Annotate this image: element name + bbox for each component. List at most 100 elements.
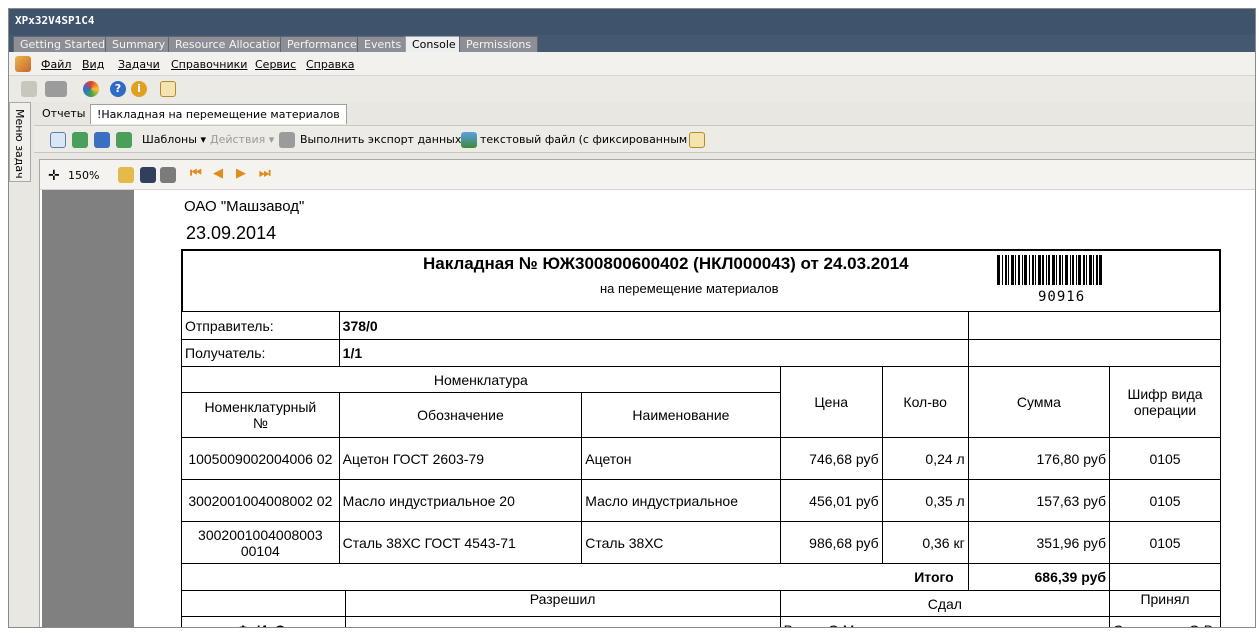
tab-performance[interactable]: Performance [280, 36, 364, 52]
main-tabstrip: Getting Started Summary Resource Allocat… [9, 35, 1255, 52]
zoom-icon[interactable]: ✛ [48, 168, 60, 184]
save-icon[interactable] [140, 167, 156, 183]
zoom-level[interactable]: 150% [68, 169, 99, 182]
prev-page-icon[interactable]: ◀ [213, 166, 223, 181]
signature-names-row: Ф. И. О. Ворон О.М. Свиридова О.В. [181, 616, 1221, 627]
forms-dropdown-icon[interactable] [45, 81, 67, 97]
table-row: 1005009002004006 02 Ацетон ГОСТ 2603-79 … [181, 437, 1221, 480]
last-page-icon[interactable]: ⏭ [259, 166, 271, 181]
tab-console[interactable]: Console [405, 36, 463, 52]
export-format-select[interactable]: текстовый файл (с фиксированным ▾ [480, 133, 696, 146]
main-toolbar: ? i [9, 76, 1255, 102]
row-nom-number: 3002001004008003 00104 [181, 521, 340, 564]
row-price: 986,68 руб [779, 521, 883, 564]
row-qty: 0,35 л [881, 479, 969, 522]
row-name: Масло индустриальное [581, 479, 781, 522]
header-nom-number: Номенклатурный № [181, 392, 340, 438]
export-label: Выполнить экспорт данных в: [300, 133, 476, 146]
report-viewer: ✛ 150% ⏮ ◀ ▶ ⏭ ОАО "Машзавод" 23.09.2014… [39, 159, 1255, 627]
document-icon [279, 132, 295, 148]
app-menu-icon[interactable] [15, 56, 31, 72]
page-margin [42, 190, 134, 627]
row-designation: Сталь 38ХС ГОСТ 4543-71 [338, 521, 583, 564]
tab-reports[interactable]: Отчеты [36, 104, 91, 124]
app-window: XPx32V4SP1C4 Getting Started Summary Res… [8, 8, 1256, 628]
table-row: 3002001004008003 00104 Сталь 38ХС ГОСТ 4… [181, 521, 1221, 564]
exit-icon[interactable] [160, 81, 176, 97]
receiver-value: 1/1 [338, 339, 969, 367]
invoice-header: Накладная № ЮЖ300800600402 (НКЛ000043) о… [181, 249, 1221, 311]
templates-menu[interactable]: Шаблоны ▾ [142, 133, 206, 146]
row-designation: Ацетон ГОСТ 2603-79 [338, 437, 583, 480]
menu-tasks[interactable]: Задачи [118, 58, 160, 71]
org-name: ОАО "Машзавод" [184, 198, 305, 215]
actions-menu[interactable]: Действия ▾ [210, 133, 274, 146]
tab-resource-allocation[interactable]: Resource Allocation [168, 36, 291, 52]
tab-getting-started[interactable]: Getting Started [13, 36, 113, 52]
row-qty: 0,36 кг [881, 521, 969, 564]
row-price: 456,01 руб [779, 479, 883, 522]
header-price: Цена [779, 366, 883, 438]
header-nomenclature: Номенклатура [181, 366, 781, 393]
sidebar-label: Меню задач [13, 109, 26, 179]
print-icon[interactable] [160, 167, 176, 183]
signature-blank [181, 590, 346, 617]
total-row: Итого 686,39 руб [181, 563, 1221, 591]
word-export-icon[interactable] [94, 132, 110, 148]
tab-invoice[interactable]: !Накладная на перемещение материалов [90, 104, 347, 124]
row-op: 0105 [1109, 437, 1221, 480]
excel-export-icon[interactable] [72, 132, 88, 148]
receiver-extra [967, 339, 1222, 367]
tab-summary[interactable]: Summary [105, 36, 173, 52]
run-export-icon[interactable] [689, 132, 705, 148]
row-designation: Масло индустриальное 20 [338, 479, 583, 522]
signature-header-row: Разрешил Сдал Принял [181, 590, 1221, 617]
tab-events[interactable]: Events [357, 36, 409, 52]
receiver-label: Получатель: [181, 339, 340, 367]
handed-name: Ворон О.М. [779, 616, 1111, 627]
accepted-name: Свиридова О.В. [1109, 616, 1221, 627]
task-menu-sidebar[interactable]: Меню задач [9, 102, 31, 182]
first-page-icon[interactable]: ⏮ [190, 166, 202, 181]
total-value: 686,39 руб [967, 563, 1111, 591]
open-folder-icon[interactable] [118, 167, 134, 183]
total-label: Итого [181, 563, 969, 591]
row-sum: 351,96 руб [967, 521, 1111, 564]
row-sum: 176,80 руб [967, 437, 1111, 480]
tab-permissions[interactable]: Permissions [459, 36, 539, 52]
menu-bar: Файл Вид Задачи Справочники Сервис Справ… [9, 52, 1255, 76]
next-page-icon[interactable]: ▶ [236, 166, 246, 181]
templates-label: Шаблоны [142, 133, 197, 146]
menu-file[interactable]: Файл [41, 58, 71, 71]
sender-label: Отправитель: [181, 311, 340, 340]
viewer-toolbar: ✛ 150% ⏮ ◀ ▶ ⏭ [40, 160, 1255, 190]
export-format-value: текстовый файл (с фиксированным [480, 133, 688, 146]
row-price: 746,68 руб [779, 437, 883, 480]
info-icon[interactable]: i [131, 81, 147, 97]
sender-extra [967, 311, 1222, 340]
report-page: ОАО "Машзавод" 23.09.2014 Накладная № ЮЖ… [134, 190, 1255, 627]
row-qty: 0,24 л [881, 437, 969, 480]
invoice-title: Накладная № ЮЖ300800600402 (НКЛ000043) о… [423, 254, 909, 273]
report-toolbar: Шаблоны ▾ Действия ▾ Выполнить экспорт д… [34, 125, 1254, 153]
help-icon[interactable]: ? [110, 81, 126, 97]
palette-icon[interactable] [21, 81, 37, 97]
header-sum: Сумма [967, 366, 1111, 438]
print-report-icon[interactable] [50, 132, 66, 148]
row-op: 0105 [1109, 521, 1221, 564]
excel-export-alt-icon[interactable] [116, 132, 132, 148]
menu-references[interactable]: Справочники [171, 58, 247, 71]
refresh-icon[interactable] [83, 81, 99, 97]
barcode-number: 90916 [1038, 289, 1086, 305]
menu-help[interactable]: Справка [306, 58, 354, 71]
invoice-table: Отправитель: 378/0 Получатель: 1/1 Номен… [181, 311, 1222, 627]
fio-label: Ф. И. О. [181, 616, 346, 627]
menu-service[interactable]: Сервис [255, 58, 296, 71]
signature-accepted: Принял [1109, 590, 1221, 617]
menu-view[interactable]: Вид [82, 58, 104, 71]
sender-row: Отправитель: 378/0 [181, 311, 1222, 340]
receiver-row: Получатель: 1/1 [181, 339, 1222, 367]
header-qty: Кол-во [881, 366, 969, 438]
barcode [997, 255, 1102, 285]
chevron-down-icon: ▾ [268, 133, 275, 146]
